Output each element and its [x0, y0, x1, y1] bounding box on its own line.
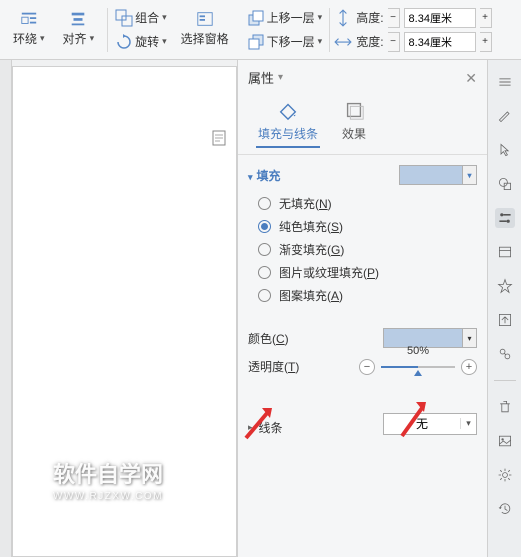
main-area: 软件自学网 WWW.RJZXW.COM 属性▾ ✕ 填充与线条 效果 ▾填充 ▾	[0, 60, 521, 557]
trash-icon[interactable]	[495, 397, 515, 417]
opacity-increment[interactable]: +	[461, 359, 477, 375]
canvas-area: 软件自学网 WWW.RJZXW.COM	[0, 60, 237, 557]
select-pane-icon	[196, 10, 214, 28]
chevron-down-icon[interactable]: ▾	[462, 166, 476, 184]
close-icon[interactable]: ✕	[465, 70, 477, 87]
shape-icon[interactable]	[495, 174, 515, 194]
star-icon[interactable]	[495, 276, 515, 296]
opacity-control: − 50% +	[359, 359, 477, 375]
select-pane-button[interactable]: 选择窗格	[178, 28, 232, 49]
backward-icon	[247, 33, 265, 51]
opacity-value: 50%	[407, 345, 429, 357]
gear-icon[interactable]	[495, 465, 515, 485]
chevron-down-icon: ▾	[40, 33, 45, 44]
chevron-down-icon: ▾	[162, 36, 167, 47]
bring-forward-button[interactable]: 上移一层▾	[244, 7, 326, 29]
triangle-right-icon: ▸	[248, 422, 253, 433]
send-backward-button[interactable]: 下移一层▾	[244, 31, 326, 53]
watermark-text: 软件自学网	[53, 457, 163, 489]
fill-color-swatch[interactable]: ▾	[399, 165, 477, 185]
share-icon[interactable]	[495, 310, 515, 330]
height-input[interactable]	[404, 8, 476, 28]
slider-thumb[interactable]	[414, 370, 422, 376]
radio-icon	[258, 197, 271, 210]
color-picker[interactable]: ▾	[383, 328, 477, 348]
radio-picture-fill[interactable]: 图片或纹理填充(P)	[258, 264, 477, 281]
wrap-button[interactable]: 环绕▾	[10, 28, 48, 49]
right-toolbar	[487, 60, 521, 557]
chevron-down-icon[interactable]: ▾	[460, 418, 476, 429]
height-label: 高度:	[356, 9, 383, 26]
height-increment[interactable]: +	[480, 8, 492, 28]
wrap-icon	[20, 10, 38, 28]
height-decrement[interactable]: −	[388, 8, 400, 28]
ruler-margin	[0, 60, 12, 557]
rotate-button[interactable]: 旋转▾	[112, 31, 170, 53]
divider	[107, 8, 108, 52]
fill-icon	[277, 99, 299, 121]
forward-icon	[247, 9, 265, 27]
radio-icon	[258, 289, 271, 302]
chevron-down-icon: ▾	[318, 36, 323, 47]
divider	[494, 380, 516, 381]
width-icon	[334, 33, 352, 51]
opacity-decrement[interactable]: −	[359, 359, 375, 375]
radio-gradient-fill[interactable]: 渐变填充(G)	[258, 241, 477, 258]
chevron-down-icon: ▾	[318, 12, 323, 23]
link-icon[interactable]	[495, 344, 515, 364]
triangle-down-icon: ▾	[248, 172, 253, 182]
radio-solid-fill[interactable]: 纯色填充(S)	[258, 218, 477, 235]
width-decrement[interactable]: −	[388, 32, 400, 52]
align-button[interactable]: 对齐▾	[60, 28, 98, 49]
line-section-header[interactable]: ▸ 线条	[248, 419, 283, 436]
swatch-color	[400, 166, 462, 184]
line-select[interactable]: 无 ▾	[383, 413, 477, 435]
radio-no-fill[interactable]: 无填充(N)	[258, 195, 477, 212]
divider	[329, 8, 330, 52]
fill-section-header[interactable]: ▾填充 ▾	[248, 165, 477, 185]
menu-icon[interactable]	[495, 72, 515, 92]
chevron-down-icon: ▾	[162, 12, 167, 23]
align-icon	[69, 10, 87, 28]
width-input[interactable]	[404, 32, 476, 52]
radio-icon	[258, 266, 271, 279]
page-icon	[212, 130, 226, 146]
radio-checked-icon	[258, 220, 271, 233]
ribbon-toolbar: 环绕▾ 对齐▾ 组合▾ 旋转▾ 选择窗格 上移一层▾ 下移一层▾ 高度: − +…	[0, 0, 521, 60]
history-icon[interactable]	[495, 499, 515, 519]
height-icon	[334, 9, 352, 27]
opacity-slider[interactable]: 50%	[381, 359, 455, 375]
opacity-label: 透明度(T)	[248, 358, 299, 375]
image-icon[interactable]	[495, 431, 515, 451]
width-increment[interactable]: +	[480, 32, 492, 52]
color-label: 颜色(C)	[248, 330, 289, 347]
line-value: 无	[384, 415, 460, 432]
properties-panel: 属性▾ ✕ 填充与线条 效果 ▾填充 ▾ 无填充(N) 纯色填充(S) 渐变填充…	[237, 60, 487, 557]
settings-icon[interactable]	[495, 208, 515, 228]
radio-icon	[258, 243, 271, 256]
panel-title: 属性▾	[248, 68, 477, 87]
tab-effect[interactable]: 效果	[340, 95, 368, 146]
radio-pattern-fill[interactable]: 图案填充(A)	[258, 287, 477, 304]
chevron-down-icon[interactable]: ▾	[462, 329, 476, 347]
divider	[238, 154, 487, 155]
chevron-down-icon: ▾	[90, 33, 95, 44]
effect-icon	[343, 99, 365, 121]
watermark: 软件自学网 WWW.RJZXW.COM	[53, 457, 163, 502]
slider-fill	[381, 366, 418, 368]
document-canvas[interactable]: 软件自学网 WWW.RJZXW.COM	[12, 66, 237, 557]
group-icon	[115, 9, 133, 27]
width-label: 宽度:	[356, 33, 383, 50]
rotate-icon	[115, 33, 133, 51]
watermark-url: WWW.RJZXW.COM	[53, 491, 163, 502]
tab-fill-line[interactable]: 填充与线条	[256, 95, 320, 148]
cursor-icon[interactable]	[495, 140, 515, 160]
group-button[interactable]: 组合▾	[112, 7, 170, 29]
layers-icon[interactable]	[495, 242, 515, 262]
pencil-icon[interactable]	[495, 106, 515, 126]
panel-tabs: 填充与线条 效果	[256, 95, 477, 148]
